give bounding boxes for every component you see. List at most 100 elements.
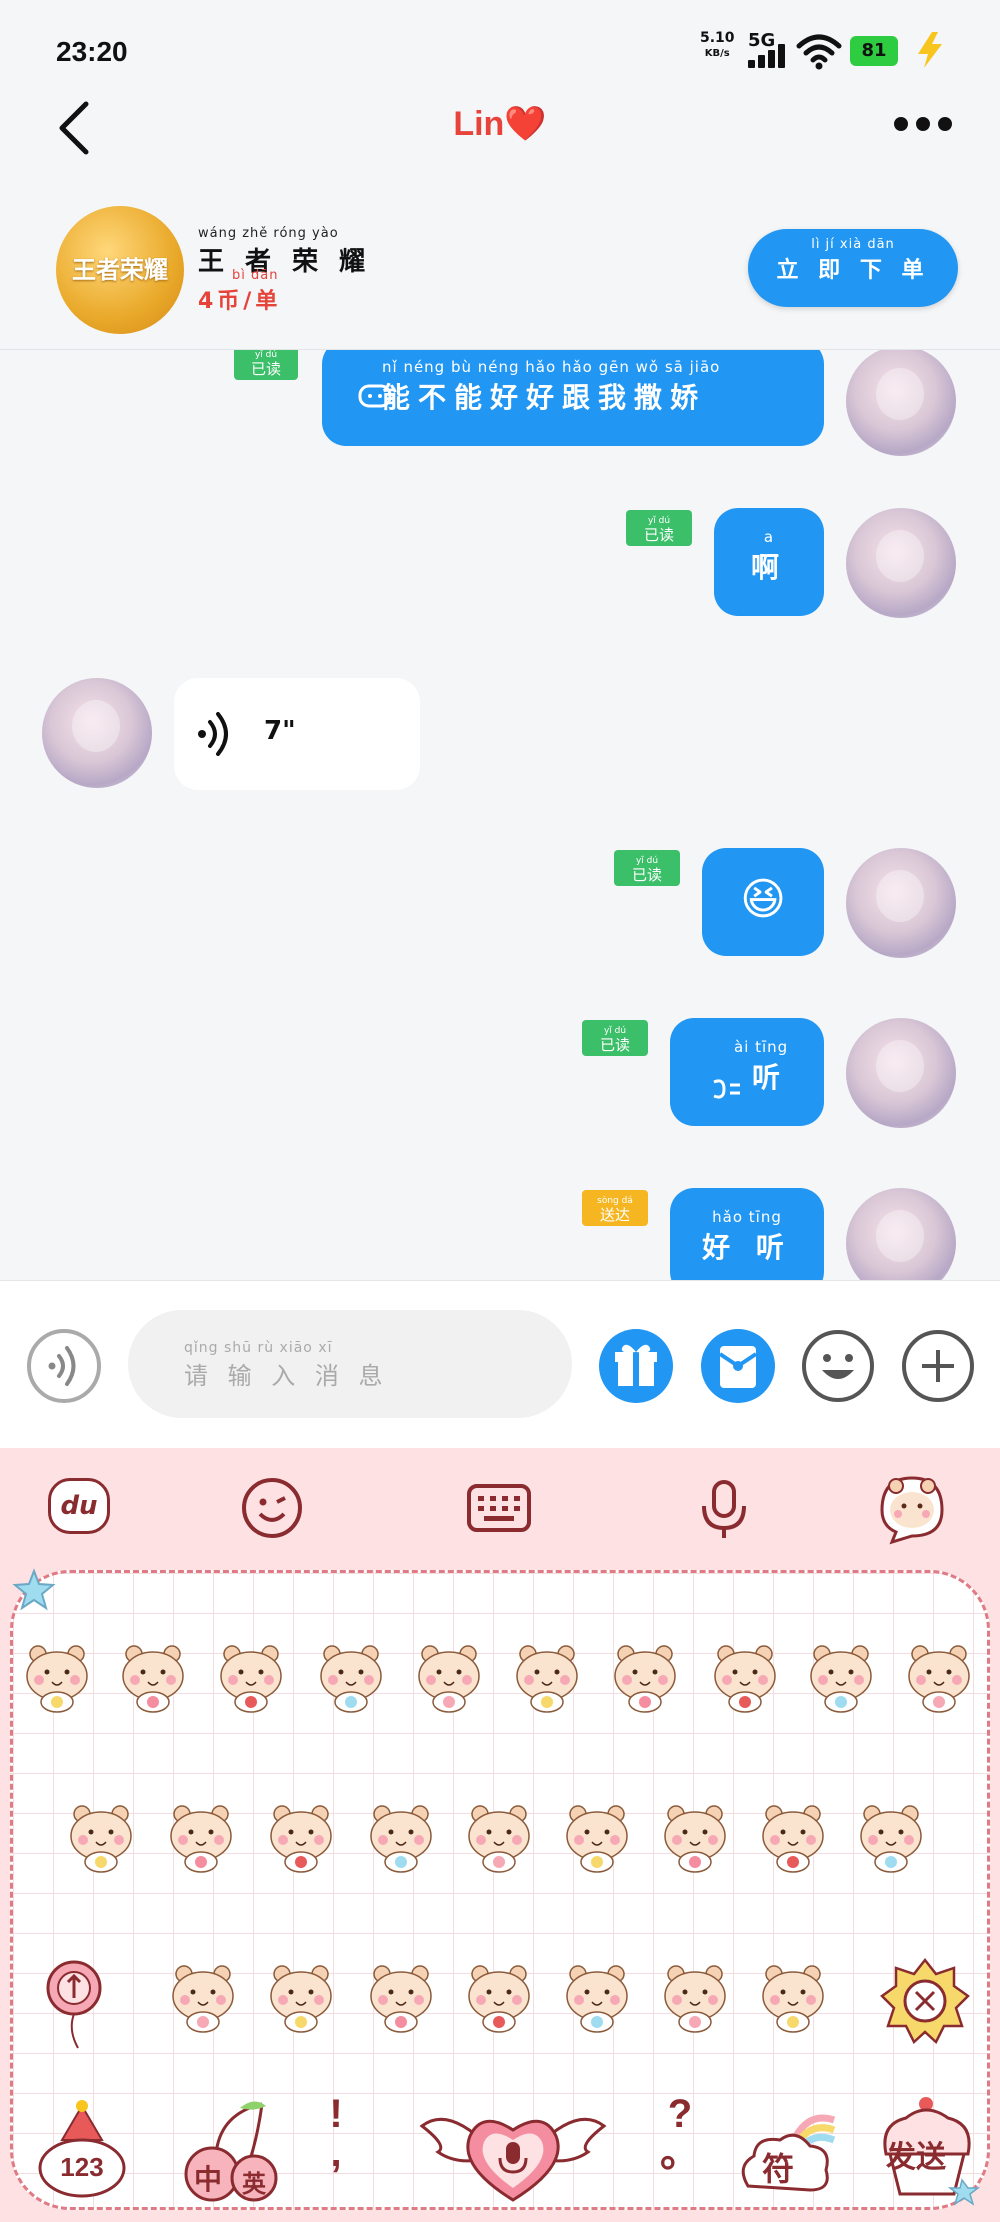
chat-title: Lin❤️ (453, 105, 547, 143)
charging-icon (918, 32, 942, 68)
mic-icon[interactable] (698, 1478, 750, 1540)
net-speed-value: 5.10 (700, 30, 735, 46)
keyboard-icon[interactable] (466, 1480, 532, 1536)
battery-indicator: 81 (850, 36, 898, 66)
lang-en-label: 英 (242, 2171, 266, 2198)
send-key[interactable]: 发送 (872, 2094, 982, 2206)
wifi-icon (796, 34, 842, 70)
hamster-sticker[interactable] (656, 1960, 734, 2034)
message-bubble[interactable]: a 啊 (714, 508, 824, 616)
hamster-sticker[interactable] (312, 1640, 390, 1714)
hamster-sticker[interactable] (162, 1800, 240, 1874)
voice-duration: 7" (264, 716, 296, 746)
hamster-sticker[interactable] (754, 1800, 832, 1874)
voice-message[interactable]: 7" (174, 678, 420, 790)
hamster-sticker[interactable] (802, 1640, 880, 1714)
gift-icon[interactable] (598, 1328, 674, 1404)
hamster-sticker[interactable] (362, 1960, 440, 2034)
keyboard-bottom-row: 123 中 英 ! , ? 。 符 发送 (0, 2080, 1000, 2222)
status-bar: 23:20 5.10 KB/s 5G 81 (0, 0, 1000, 100)
order-now-button[interactable]: lì jí xià dān 立 即 下 单 (748, 229, 958, 307)
comma-label: , (330, 2131, 342, 2175)
hamster-sticker[interactable] (18, 1640, 96, 1714)
delete-key-icon[interactable] (880, 1956, 970, 2046)
hamster-sticker[interactable] (852, 1800, 930, 1874)
symbol-key[interactable]: 符 (736, 2106, 840, 2202)
contact-avatar[interactable] (42, 678, 152, 788)
hamster-sticker[interactable] (706, 1640, 784, 1714)
hamster-sticker[interactable] (558, 1800, 636, 1874)
hamster-sticker[interactable] (606, 1640, 684, 1714)
my-avatar[interactable] (846, 1018, 956, 1128)
my-avatar[interactable] (846, 350, 956, 456)
baidu-du-icon[interactable]: du (48, 1478, 110, 1534)
symbol-key-label: 符 (762, 2151, 795, 2187)
read-badge: yǐ dú 已读 (234, 350, 298, 380)
net-speed: 5.10 KB/s (700, 30, 735, 62)
hamster-sticker[interactable] (114, 1640, 192, 1714)
game-price: bì dān 4币/单 (198, 268, 281, 315)
my-avatar[interactable] (846, 508, 956, 618)
price-pinyin: bì dān (232, 268, 279, 283)
emoji-icon[interactable] (800, 1328, 876, 1404)
message-pinyin: a (763, 528, 775, 546)
language-switch-key[interactable]: 中 英 (180, 2094, 284, 2204)
message-bubble[interactable]: nǐ néng bù néng hǎo hǎo gēn wǒ sā jiāo 能… (322, 350, 824, 446)
game-name-pinyin: wáng zhě róng yào (198, 226, 339, 241)
read-badge: yǐ dú 已读 (582, 1020, 648, 1056)
period-label: 。 (660, 2131, 700, 2175)
hamster-sticker[interactable] (212, 1640, 290, 1714)
hamster-sticker[interactable] (62, 1800, 140, 1874)
voice-input-icon[interactable] (26, 1328, 102, 1404)
message-text: 啊 (750, 551, 787, 584)
my-avatar[interactable] (846, 848, 956, 958)
sticker-emoji-icon[interactable] (240, 1476, 304, 1540)
hamster-sticker[interactable] (362, 1800, 440, 1874)
pin-balloon-icon[interactable] (44, 1958, 104, 2054)
send-key-label: 发送 (886, 2141, 946, 2174)
hamster-sticker[interactable] (262, 1800, 340, 1874)
hamster-sticker[interactable] (656, 1800, 734, 1874)
badge-text: 已读 (599, 1036, 630, 1054)
voice-heart-key[interactable] (418, 2096, 608, 2206)
input-placeholder: 请 输 入 消 息 (184, 1362, 389, 1390)
badge-text: 已读 (643, 526, 674, 544)
message-list[interactable]: yǐ dú 已读 nǐ néng bù néng hǎo hǎo gēn wǒ … (0, 350, 1000, 1280)
hamster-sticker[interactable] (262, 1960, 340, 2034)
hamster-sticker[interactable] (410, 1640, 488, 1714)
my-avatar[interactable] (846, 1188, 956, 1280)
more-options-icon[interactable] (894, 116, 960, 135)
price-text: 4币/单 (198, 289, 282, 314)
add-icon[interactable] (900, 1328, 976, 1404)
message-input[interactable]: qǐng shū rù xiāo xī 请 输 入 消 息 (128, 1310, 572, 1418)
red-packet-icon[interactable] (700, 1328, 776, 1404)
party-hat-icon (38, 2100, 126, 2198)
hamster-sticker[interactable] (558, 1960, 636, 2034)
numeric-key[interactable]: 123 (34, 2096, 130, 2200)
question-key[interactable]: ? 。 (660, 2090, 700, 2210)
order-label: 立 即 下 单 (776, 258, 930, 283)
hamster-sticker[interactable] (164, 1960, 242, 2034)
message-bubble[interactable]: hǎo tīng 好 听 (670, 1188, 824, 1280)
punctuation-key[interactable]: ! , (318, 2090, 354, 2210)
badge-text: 送达 (599, 1206, 630, 1224)
hamster-sticker[interactable] (508, 1640, 586, 1714)
hamster-sticker[interactable] (754, 1960, 832, 2034)
hamster-skin-icon[interactable] (872, 1470, 952, 1546)
badge-text: 已读 (631, 866, 662, 884)
message-bubble[interactable]: ài tīng 听 (670, 1018, 824, 1126)
numeric-key-label: 123 (60, 2152, 104, 2182)
hamster-sticker[interactable] (900, 1640, 978, 1714)
keyboard-toolbar: du (0, 1448, 1000, 1568)
message-bubble[interactable]: 😆 (702, 848, 824, 956)
game-logo[interactable]: 王者荣耀 (56, 206, 184, 334)
order-pinyin: lì jí xià dān (811, 237, 895, 252)
star-decoration-icon (12, 1568, 56, 1611)
game-logo-text: 王者荣耀 (72, 256, 168, 284)
hamster-sticker[interactable] (460, 1960, 538, 2034)
hamster-sticker[interactable] (460, 1800, 538, 1874)
message-text: 好 听 (702, 1231, 792, 1264)
lang-zh-label: 中 (194, 2164, 223, 2195)
message-pinyin: ài tīng (734, 1038, 789, 1056)
signal-icon (748, 44, 788, 68)
